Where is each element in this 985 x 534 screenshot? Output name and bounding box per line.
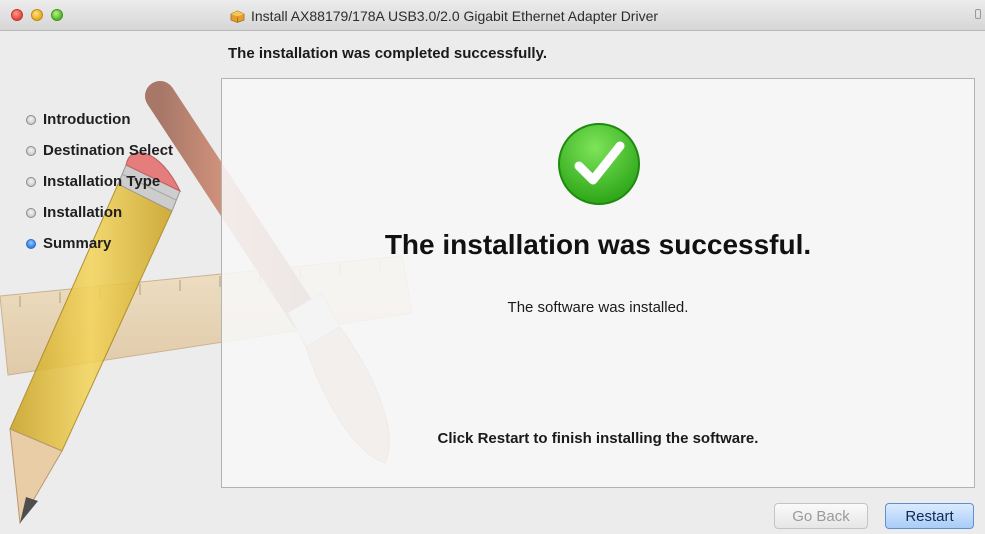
step-introduction: Introduction xyxy=(26,104,173,135)
step-destination-select: Destination Select xyxy=(26,135,173,166)
step-bullet-icon xyxy=(26,207,36,218)
step-summary: Summary xyxy=(26,228,173,259)
step-bullet-icon xyxy=(26,145,36,156)
step-label: Introduction xyxy=(43,111,131,128)
step-bullet-icon xyxy=(26,114,36,125)
summary-panel: The installation was successful. The sof… xyxy=(221,78,975,488)
result-title: The installation was successful. xyxy=(384,229,812,260)
checkmark-success-icon xyxy=(558,123,640,205)
step-label: Summary xyxy=(43,235,112,252)
title-bar[interactable]: Install AX88179/178A USB3.0/2.0 Gigabit … xyxy=(0,0,985,31)
step-bullet-icon xyxy=(26,176,36,187)
package-icon xyxy=(230,10,245,23)
step-bullet-active-icon xyxy=(26,238,36,249)
installer-window: Install AX88179/178A USB3.0/2.0 Gigabit … xyxy=(0,0,985,534)
window-title: Install AX88179/178A USB3.0/2.0 Gigabit … xyxy=(230,7,658,25)
installer-steps-sidebar: Introduction Destination Select Installa… xyxy=(26,104,173,259)
window-title-text: Install AX88179/178A USB3.0/2.0 Gigabit … xyxy=(251,8,659,24)
step-label: Installation xyxy=(43,204,123,221)
restart-button[interactable]: Restart xyxy=(885,503,974,529)
zoom-window-button[interactable] xyxy=(51,9,63,21)
minimize-window-button[interactable] xyxy=(31,9,43,21)
lock-icon xyxy=(975,9,981,19)
page-header: The installation was completed successfu… xyxy=(228,45,547,62)
step-installation-type: Installation Type xyxy=(26,166,173,197)
step-label: Destination Select xyxy=(43,142,174,159)
restart-note: Click Restart to finish installing the s… xyxy=(437,430,759,447)
result-detail: The software was installed. xyxy=(507,299,689,316)
step-label: Installation Type xyxy=(43,173,161,190)
step-installation: Installation xyxy=(26,197,173,228)
close-window-button[interactable] xyxy=(11,9,23,21)
go-back-button[interactable]: Go Back xyxy=(774,503,868,529)
